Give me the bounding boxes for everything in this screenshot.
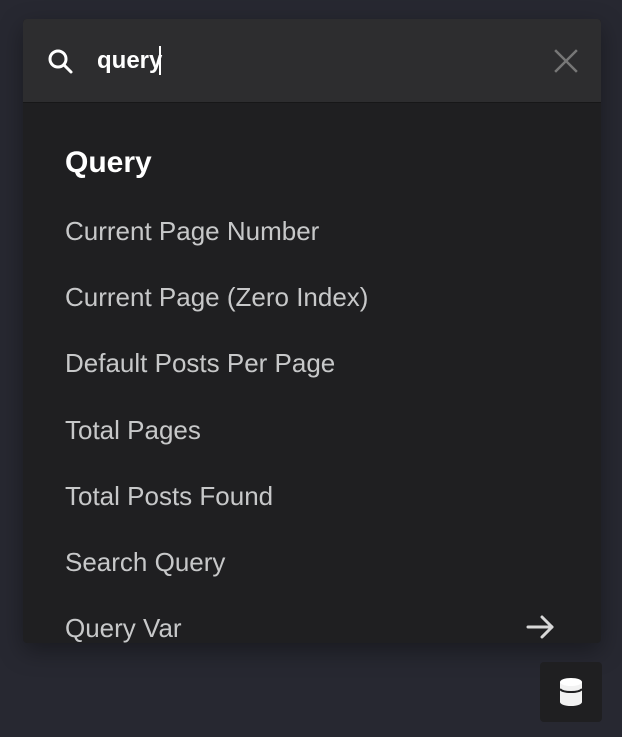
text-caret [159, 46, 161, 75]
search-results: Query Current Page Number Current Page (… [23, 102, 601, 643]
result-label: Current Page Number [65, 216, 320, 246]
result-item-default-posts-per-page[interactable]: Default Posts Per Page [23, 335, 601, 389]
dynamic-data-search-panel: Query Current Page Number Current Page (… [23, 19, 601, 643]
result-label: Default Posts Per Page [65, 348, 336, 378]
result-label: Total Posts Found [65, 481, 274, 511]
result-item-current-page-number[interactable]: Current Page Number [23, 203, 601, 257]
result-item-current-page-zero-index[interactable]: Current Page (Zero Index) [23, 269, 601, 323]
result-label: Current Page (Zero Index) [65, 282, 369, 312]
result-item-query-var[interactable]: Query Var [23, 600, 601, 643]
close-icon[interactable] [551, 46, 581, 76]
search-input[interactable] [97, 43, 537, 79]
database-icon [558, 677, 584, 707]
result-label: Query Var [65, 613, 182, 643]
arrow-right-icon[interactable] [525, 613, 557, 641]
search-icon [47, 48, 75, 76]
result-item-total-pages[interactable]: Total Pages [23, 402, 601, 456]
result-item-total-posts-found[interactable]: Total Posts Found [23, 468, 601, 522]
dynamic-data-button[interactable] [540, 662, 602, 722]
section-title: Query [65, 146, 152, 179]
result-label: Total Pages [65, 415, 201, 445]
search-bar [23, 19, 601, 102]
result-label: Search Query [65, 547, 226, 577]
result-item-search-query[interactable]: Search Query [23, 534, 601, 588]
